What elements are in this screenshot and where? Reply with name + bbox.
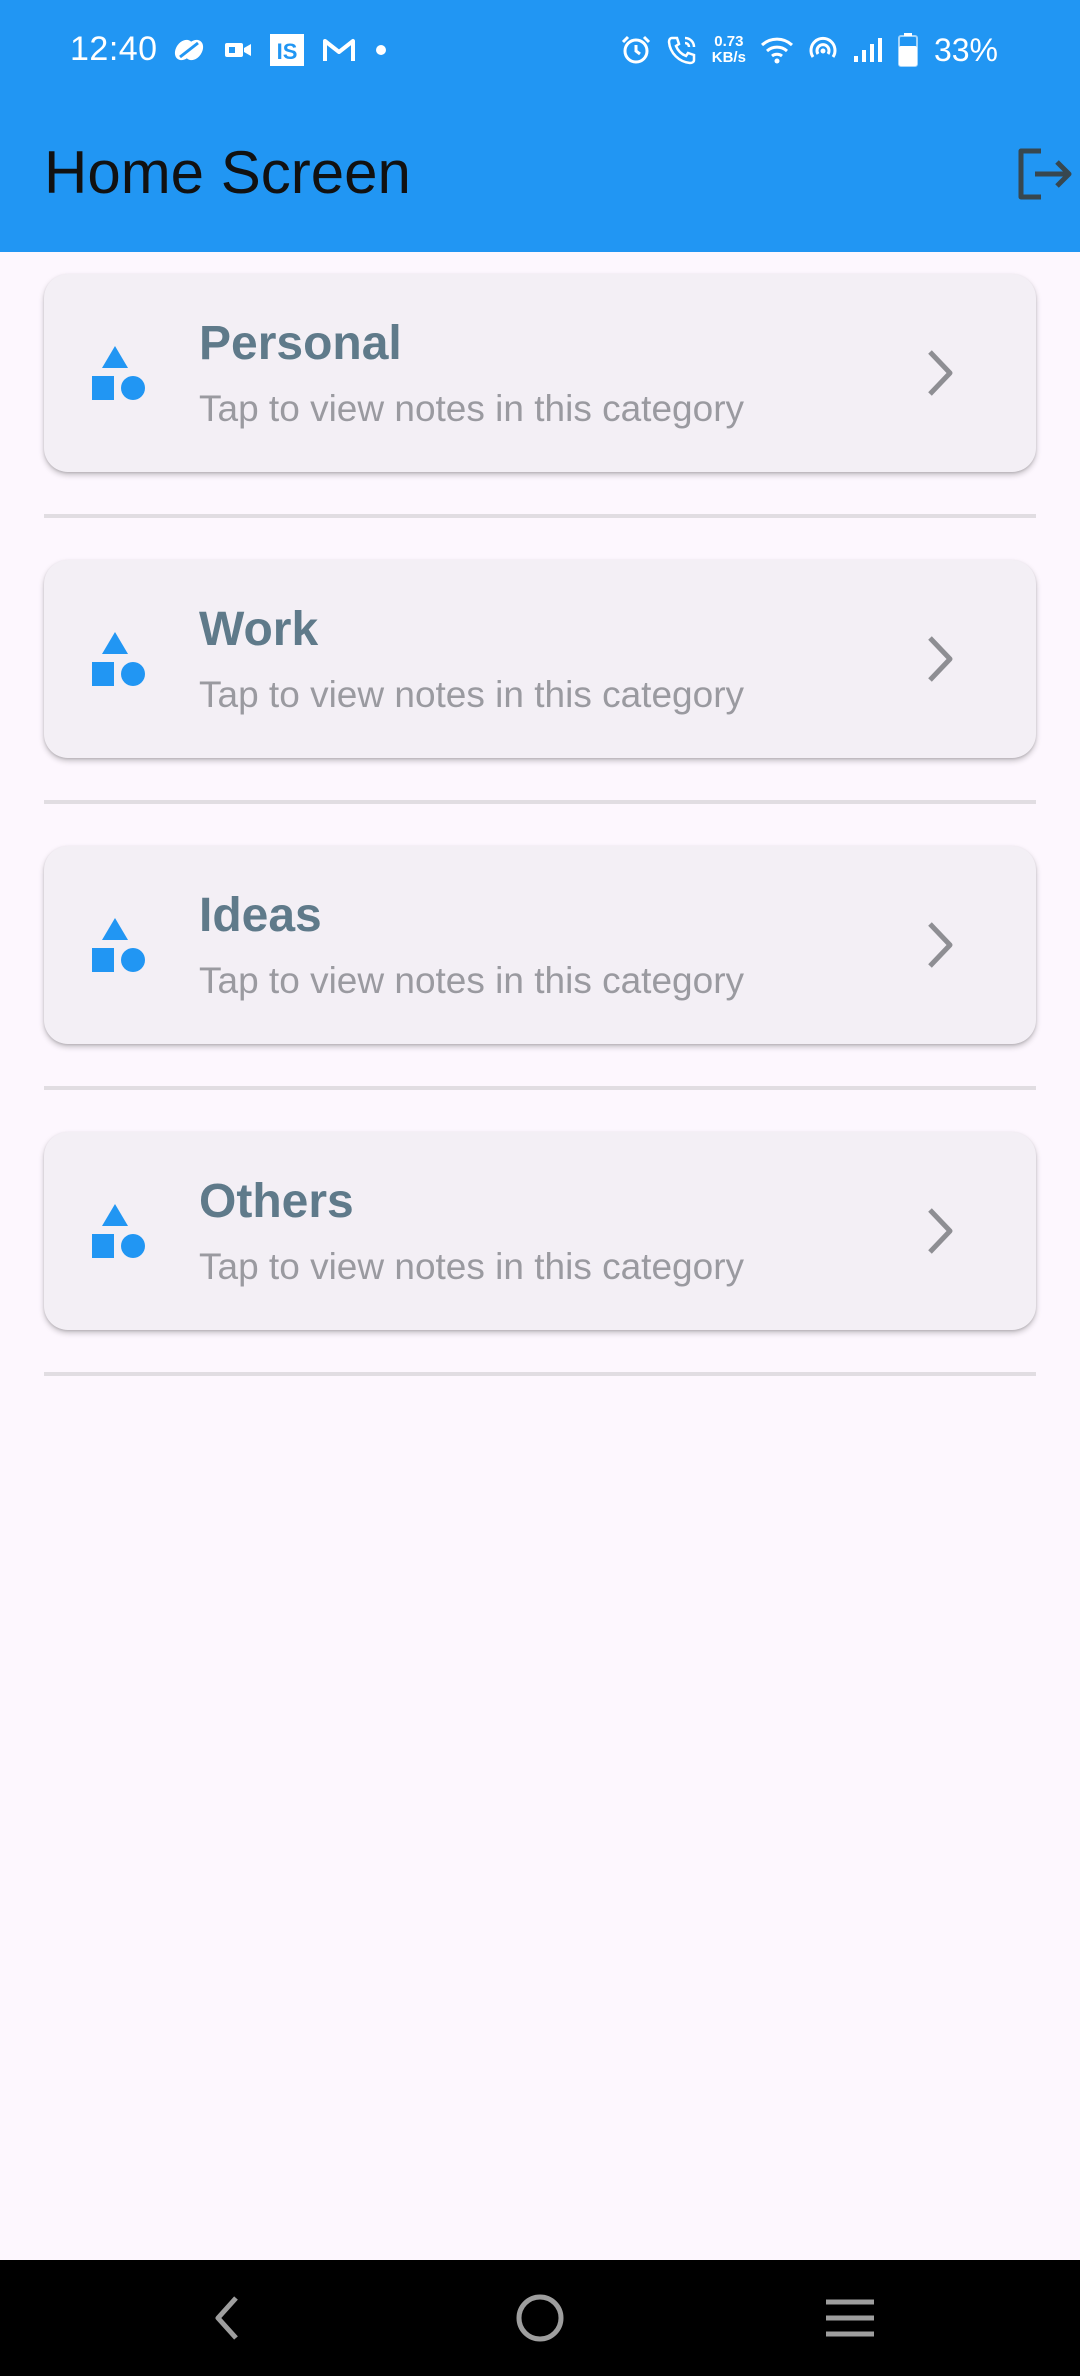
category-item: Personal Tap to view notes in this categ… <box>44 274 1036 560</box>
dot-icon <box>374 43 388 57</box>
menu-icon <box>823 2296 877 2345</box>
category-subtitle: Tap to view notes in this category <box>199 388 745 429</box>
chevron-right-icon <box>912 346 966 400</box>
back-icon <box>208 2294 248 2347</box>
category-title: Personal <box>199 317 402 370</box>
hotspot-icon <box>808 35 838 65</box>
app-bar: Home Screen <box>0 100 1080 252</box>
nav-back-button[interactable] <box>198 2290 258 2350</box>
category-title: Work <box>199 603 319 656</box>
status-time: 12:40 <box>70 30 158 68</box>
nav-home-button[interactable] <box>510 2290 570 2350</box>
logout-button[interactable] <box>1008 144 1080 208</box>
battery-percent: 33% <box>933 31 998 68</box>
wifi-icon <box>760 36 794 64</box>
gmail-icon <box>322 37 356 63</box>
network-speed-unit: KB/s <box>711 49 746 66</box>
chevron-right-icon <box>912 918 966 972</box>
divider <box>44 800 1036 804</box>
chevron-right-icon <box>912 632 966 686</box>
divider <box>44 514 1036 518</box>
category-item: Others Tap to view notes in this categor… <box>44 1132 1036 1418</box>
video-camera-icon <box>224 39 252 61</box>
page-title: Home Screen <box>44 139 411 206</box>
category-shapes-icon <box>90 630 148 688</box>
network-speed-value: 0.73 <box>714 33 744 50</box>
network-speed: 0.73 KB/s <box>712 34 746 66</box>
category-shapes-icon <box>90 916 148 974</box>
system-status-icons: 0.73 KB/s 33% <box>620 30 998 70</box>
category-list: Personal Tap to view notes in this categ… <box>44 274 1036 1418</box>
signal-icon <box>852 36 884 64</box>
category-title: Others <box>199 1175 354 1228</box>
category-card-others[interactable]: Others Tap to view notes in this categor… <box>44 1132 1036 1330</box>
divider <box>44 1372 1036 1376</box>
screen: 12:40 IS 0.73 KB/s 33% Home Screen Perso… <box>0 0 1080 2376</box>
status-bar: 12:40 IS 0.73 KB/s 33% <box>0 0 1080 100</box>
category-subtitle: Tap to view notes in this category <box>199 674 745 715</box>
alarm-icon <box>620 34 652 66</box>
logout-icon <box>1015 147 1073 206</box>
is-app-icon: IS <box>270 34 304 66</box>
pinwheel-icon <box>172 35 206 65</box>
wifi-call-icon <box>666 34 698 66</box>
category-subtitle: Tap to view notes in this category <box>199 960 745 1001</box>
category-card-personal[interactable]: Personal Tap to view notes in this categ… <box>44 274 1036 472</box>
divider <box>44 1086 1036 1090</box>
category-shapes-icon <box>90 1202 148 1260</box>
battery-icon <box>897 33 918 67</box>
notification-icons: IS <box>172 30 388 70</box>
nav-menu-button[interactable] <box>820 2290 880 2350</box>
category-subtitle: Tap to view notes in this category <box>199 1246 745 1287</box>
category-item: Ideas Tap to view notes in this category <box>44 846 1036 1132</box>
system-nav-bar <box>0 2260 1080 2376</box>
home-icon <box>514 2292 566 2349</box>
category-title: Ideas <box>199 889 322 942</box>
category-card-ideas[interactable]: Ideas Tap to view notes in this category <box>44 846 1036 1044</box>
category-card-work[interactable]: Work Tap to view notes in this category <box>44 560 1036 758</box>
chevron-right-icon <box>912 1204 966 1258</box>
category-item: Work Tap to view notes in this category <box>44 560 1036 846</box>
category-shapes-icon <box>90 344 148 402</box>
svg-text:IS: IS <box>277 39 298 64</box>
